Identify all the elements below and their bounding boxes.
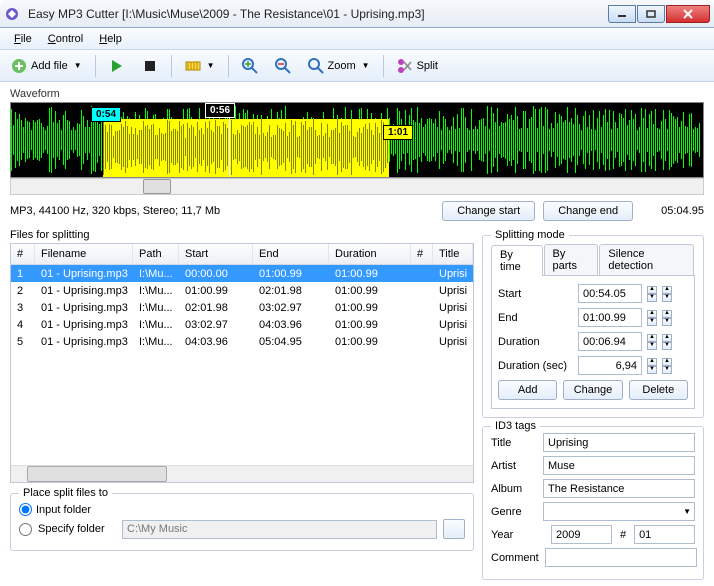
table-hscrollbar[interactable]: [11, 465, 473, 482]
close-button[interactable]: [666, 5, 710, 23]
col-title[interactable]: Title: [433, 244, 473, 264]
tab-by-time[interactable]: By time: [491, 245, 543, 276]
specify-folder-radio[interactable]: [19, 523, 32, 536]
split-icon: [397, 58, 413, 74]
tab-by-parts[interactable]: By parts: [544, 244, 599, 275]
add-button[interactable]: Add: [498, 380, 557, 400]
tab-silence[interactable]: Silence detection: [599, 244, 694, 275]
duration-sec-input[interactable]: [578, 356, 642, 375]
waveform-label: Waveform: [10, 88, 704, 100]
add-file-button[interactable]: Add file ▼: [4, 54, 89, 78]
menu-help[interactable]: Help: [91, 30, 130, 48]
col-end[interactable]: End: [253, 244, 329, 264]
table-header: # Filename Path Start End Duration # Tit…: [11, 244, 473, 265]
col-start[interactable]: Start: [179, 244, 253, 264]
col-filename[interactable]: Filename: [35, 244, 133, 264]
table-row[interactable]: 401 - Uprising.mp3I:\Mu...03:02.9704:03.…: [11, 316, 473, 333]
id3-artist-input[interactable]: [543, 456, 695, 475]
zoom-dropdown[interactable]: Zoom▼: [301, 54, 377, 78]
zoom-out-icon: [275, 58, 291, 74]
id3-title-input[interactable]: [543, 433, 695, 452]
id3-label: ID3 tags: [491, 420, 540, 432]
selection-end-marker[interactable]: 1:01: [383, 125, 413, 140]
col-number[interactable]: #: [11, 244, 35, 264]
start-up[interactable]: ▲: [647, 286, 657, 294]
table-label: Files for splitting: [10, 229, 474, 241]
play-icon: [109, 58, 125, 74]
input-folder-label: Input folder: [36, 504, 91, 516]
zoom-in-icon: [242, 58, 258, 74]
app-icon: [4, 6, 20, 22]
specify-folder-label: Specify folder: [38, 523, 116, 535]
col-duration[interactable]: Duration: [329, 244, 411, 264]
table-row[interactable]: 101 - Uprising.mp3I:\Mu...00:00.0001:00.…: [11, 265, 473, 282]
split-button[interactable]: Split: [390, 54, 445, 78]
window-title: Easy MP3 Cutter [I:\Music\Muse\2009 - Th…: [26, 7, 607, 21]
change-start-button[interactable]: Change start: [442, 201, 535, 221]
table-row[interactable]: 201 - Uprising.mp3I:\Mu...01:00.9902:01.…: [11, 282, 473, 299]
menu-control[interactable]: Control: [40, 30, 91, 48]
change-button[interactable]: Change: [563, 380, 622, 400]
toolbar: Add file ▼ ▼ Zoom▼ Split: [0, 50, 714, 82]
total-duration: 05:04.95: [641, 205, 704, 217]
id3-comment-input[interactable]: [545, 548, 697, 567]
delete-button[interactable]: Delete: [629, 380, 688, 400]
zoom-in-button[interactable]: [235, 54, 265, 78]
maximize-button[interactable]: [637, 5, 665, 23]
dest-label: Place split files to: [19, 487, 112, 499]
input-folder-radio[interactable]: [19, 503, 32, 516]
titlebar: Easy MP3 Cutter [I:\Music\Muse\2009 - Th…: [0, 0, 714, 28]
file-info: MP3, 44100 Hz, 320 kbps, Stereo; 11,7 Mb: [10, 205, 434, 217]
mode-label: Splitting mode: [491, 229, 569, 241]
id3-genre-select[interactable]: [543, 502, 695, 521]
zoom-out-button[interactable]: [268, 54, 298, 78]
table-row[interactable]: 301 - Uprising.mp3I:\Mu...02:01.9803:02.…: [11, 299, 473, 316]
zoom-icon: [308, 58, 324, 74]
browse-folder-button[interactable]: [443, 519, 465, 539]
playhead-line: [229, 117, 230, 177]
change-end-button[interactable]: Change end: [543, 201, 633, 221]
col-path[interactable]: Path: [133, 244, 179, 264]
selection-start-marker[interactable]: 0:54: [91, 107, 121, 122]
waveform-scrollbar[interactable]: [10, 178, 704, 195]
selection-tool-button[interactable]: ▼: [178, 54, 222, 78]
playhead-marker[interactable]: 0:56: [205, 103, 235, 118]
start-dn[interactable]: ▼: [647, 294, 657, 302]
menubar: File Control Help: [0, 28, 714, 50]
waveform-icon: [185, 58, 201, 74]
id3-track-input[interactable]: [634, 525, 695, 544]
add-icon: [11, 58, 27, 74]
play-button[interactable]: [102, 54, 132, 78]
minimize-button[interactable]: [608, 5, 636, 23]
stop-icon: [142, 58, 158, 74]
id3-album-input[interactable]: [543, 479, 695, 498]
start-input[interactable]: [578, 284, 642, 303]
end-input[interactable]: [578, 308, 642, 327]
menu-file[interactable]: File: [6, 30, 40, 48]
folder-path-input[interactable]: [122, 520, 437, 539]
table-row[interactable]: 501 - Uprising.mp3I:\Mu...04:03.9605:04.…: [11, 333, 473, 350]
duration-input[interactable]: [578, 332, 642, 351]
waveform-display[interactable]: 0:54 0:56 1:01: [10, 102, 704, 178]
stop-button[interactable]: [135, 54, 165, 78]
col-track[interactable]: #: [411, 244, 433, 264]
id3-year-input[interactable]: [551, 525, 612, 544]
split-table: # Filename Path Start End Duration # Tit…: [10, 243, 474, 483]
